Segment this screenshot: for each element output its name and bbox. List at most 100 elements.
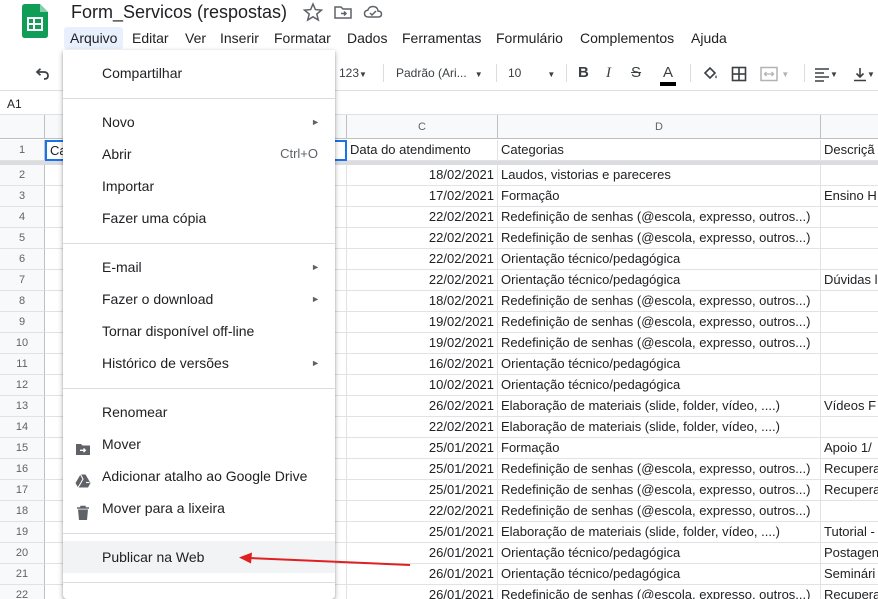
description-cell[interactable]: Vídeos F xyxy=(821,396,878,417)
column-header-e[interactable] xyxy=(821,115,878,139)
document-title[interactable]: Form_Servicos (respostas) xyxy=(71,2,287,23)
description-cell[interactable]: Postagen xyxy=(821,543,878,564)
category-cell[interactable]: Redefinição de senhas (@escola, expresso… xyxy=(498,480,821,501)
menu-item-make-copy[interactable]: Fazer uma cópia xyxy=(63,202,335,234)
italic-icon[interactable]: I xyxy=(606,56,611,90)
date-cell[interactable]: 25/01/2021 xyxy=(347,459,498,480)
description-cell[interactable]: Ensino H xyxy=(821,186,878,207)
description-cell[interactable]: Recupera xyxy=(821,585,878,599)
menu-ajuda[interactable]: Ajuda xyxy=(685,27,733,49)
sheets-logo-icon[interactable] xyxy=(22,4,48,38)
description-cell[interactable] xyxy=(821,501,878,522)
category-cell[interactable]: Orientação técnico/pedagógica xyxy=(498,564,821,585)
cloud-status-icon[interactable] xyxy=(363,2,383,22)
date-cell[interactable]: 18/02/2021 xyxy=(347,165,498,186)
category-cell[interactable]: Redefinição de senhas (@escola, expresso… xyxy=(498,333,821,354)
description-cell[interactable]: Recupera xyxy=(821,480,878,501)
menu-item-move[interactable]: Mover xyxy=(63,428,335,460)
date-cell[interactable]: 22/02/2021 xyxy=(347,501,498,522)
description-cell[interactable]: Recupera xyxy=(821,459,878,480)
description-cell[interactable]: Seminári xyxy=(821,564,878,585)
menu-formulario[interactable]: Formulário xyxy=(490,27,569,49)
date-cell[interactable]: 22/02/2021 xyxy=(347,249,498,270)
category-cell[interactable]: Formação xyxy=(498,438,821,459)
font-size-dropdown[interactable]: 10 ▼ xyxy=(508,56,555,90)
menu-dados[interactable]: Dados xyxy=(341,27,393,49)
date-cell[interactable]: 25/01/2021 xyxy=(347,438,498,459)
menu-item-rename[interactable]: Renomear xyxy=(63,396,335,428)
menu-arquivo[interactable]: Arquivo xyxy=(64,27,124,49)
menu-item-offline[interactable]: Tornar disponível off-line xyxy=(63,315,335,347)
bold-icon[interactable]: B xyxy=(578,56,589,90)
row-number[interactable]: 13 xyxy=(0,396,45,417)
borders-icon[interactable] xyxy=(731,56,747,90)
header-cell-categorias[interactable]: Categorias xyxy=(498,140,821,161)
vertical-align-icon[interactable]: ▼ xyxy=(853,56,875,90)
description-cell[interactable]: Dúvidas l xyxy=(821,270,878,291)
category-cell[interactable]: Orientação técnico/pedagógica xyxy=(498,354,821,375)
row-number[interactable]: 8 xyxy=(0,291,45,312)
description-cell[interactable] xyxy=(821,375,878,396)
category-cell[interactable]: Orientação técnico/pedagógica xyxy=(498,270,821,291)
date-cell[interactable]: 26/02/2021 xyxy=(347,396,498,417)
menu-item-version-history[interactable]: Histórico de versões ► xyxy=(63,347,335,379)
date-cell[interactable]: 18/02/2021 xyxy=(347,291,498,312)
menu-item-share[interactable]: Compartilhar xyxy=(63,57,335,89)
row-number[interactable]: 12 xyxy=(0,375,45,396)
merge-cells-icon[interactable]: ▼ xyxy=(760,56,789,90)
font-family-dropdown[interactable]: Padrão (Ari... ▼ xyxy=(396,56,483,90)
date-cell[interactable]: 10/02/2021 xyxy=(347,375,498,396)
description-cell[interactable] xyxy=(821,354,878,375)
menu-item-email[interactable]: E-mail ► xyxy=(63,251,335,283)
description-cell[interactable] xyxy=(821,228,878,249)
move-folder-icon[interactable] xyxy=(333,2,353,22)
name-box[interactable]: A1 xyxy=(7,97,22,111)
menu-ferramentas[interactable]: Ferramentas xyxy=(396,27,487,49)
description-cell[interactable] xyxy=(821,249,878,270)
menu-item-new[interactable]: Novo ► xyxy=(63,106,335,138)
description-cell[interactable]: Tutorial - xyxy=(821,522,878,543)
date-cell[interactable]: 22/02/2021 xyxy=(347,228,498,249)
description-cell[interactable] xyxy=(821,333,878,354)
category-cell[interactable]: Formação xyxy=(498,186,821,207)
menu-item-trash[interactable]: Mover para a lixeira xyxy=(63,492,335,524)
row-number[interactable]: 1 xyxy=(0,140,45,161)
header-cell-descricao[interactable]: Descriçã xyxy=(821,140,878,161)
row-number[interactable]: 2 xyxy=(0,165,45,186)
description-cell[interactable] xyxy=(821,417,878,438)
category-cell[interactable]: Redefinição de senhas (@escola, expresso… xyxy=(498,585,821,599)
text-color-icon[interactable]: A xyxy=(660,56,677,90)
category-cell[interactable]: Elaboração de materiais (slide, folder, … xyxy=(498,522,821,543)
description-cell[interactable]: Apoio 1/ xyxy=(821,438,878,459)
row-number[interactable]: 22 xyxy=(0,585,45,599)
category-cell[interactable]: Orientação técnico/pedagógica xyxy=(498,543,821,564)
date-cell[interactable]: 19/02/2021 xyxy=(347,333,498,354)
row-number[interactable]: 14 xyxy=(0,417,45,438)
align-left-icon[interactable]: ▼ xyxy=(814,56,838,90)
strikethrough-icon[interactable]: S xyxy=(631,56,641,90)
row-number[interactable]: 9 xyxy=(0,312,45,333)
category-cell[interactable]: Orientação técnico/pedagógica xyxy=(498,249,821,270)
menu-complementos[interactable]: Complementos xyxy=(574,27,680,49)
category-cell[interactable]: Redefinição de senhas (@escola, expresso… xyxy=(498,312,821,333)
row-number[interactable]: 17 xyxy=(0,480,45,501)
category-cell[interactable]: Redefinição de senhas (@escola, expresso… xyxy=(498,207,821,228)
menu-inserir[interactable]: Inserir xyxy=(214,27,265,49)
menu-item-download[interactable]: Fazer o download ► xyxy=(63,283,335,315)
category-cell[interactable]: Orientação técnico/pedagógica xyxy=(498,375,821,396)
menu-item-import[interactable]: Importar xyxy=(63,170,335,202)
description-cell[interactable] xyxy=(821,165,878,186)
date-cell[interactable]: 26/01/2021 xyxy=(347,585,498,599)
category-cell[interactable]: Laudos, vistorias e pareceres xyxy=(498,165,821,186)
description-cell[interactable] xyxy=(821,207,878,228)
row-number[interactable]: 10 xyxy=(0,333,45,354)
column-header-d[interactable]: D xyxy=(498,115,821,139)
menu-item-open[interactable]: Abrir Ctrl+O xyxy=(63,138,335,170)
fill-color-icon[interactable] xyxy=(701,56,719,90)
menu-formatar[interactable]: Formatar xyxy=(268,27,337,49)
date-cell[interactable]: 19/02/2021 xyxy=(347,312,498,333)
column-header-c[interactable]: C xyxy=(347,115,498,139)
date-cell[interactable]: 25/01/2021 xyxy=(347,480,498,501)
header-cell-data-atendimento[interactable]: Data do atendimento xyxy=(347,140,498,161)
undo-icon[interactable] xyxy=(33,56,51,90)
